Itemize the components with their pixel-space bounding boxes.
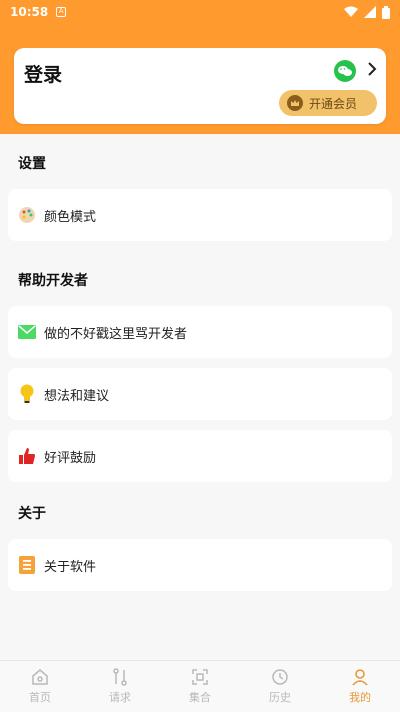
home-icon xyxy=(31,668,49,686)
list-item-label: 颜色模式 xyxy=(44,209,97,225)
list-item-label: 想法和建议 xyxy=(44,388,110,404)
section-title-about: 关于 xyxy=(18,506,46,522)
clock-icon xyxy=(271,668,289,686)
list-item-label: 关于软件 xyxy=(44,559,97,575)
palette-icon xyxy=(18,206,36,224)
nav-item-home[interactable]: 首页 xyxy=(0,661,80,712)
list-item-label: 好评鼓励 xyxy=(44,450,97,466)
list-item-ideas[interactable]: 想法和建议 xyxy=(8,368,392,420)
settings-content: 设置 颜色模式 帮助开发者 做的不好戳这里骂开发者 想法和建议 好评鼓励 关于 … xyxy=(0,134,400,660)
lightbulb-icon xyxy=(18,384,36,403)
thumbs-up-icon xyxy=(18,447,36,465)
list-item-about[interactable]: 关于软件 xyxy=(8,539,392,591)
list-item-feedback[interactable]: 做的不好戳这里骂开发者 xyxy=(8,306,392,358)
wifi-icon xyxy=(344,6,358,17)
nav-label: 首页 xyxy=(29,691,51,704)
vip-button[interactable]: 开通会员 xyxy=(279,90,377,116)
user-icon xyxy=(351,668,369,686)
status-icons xyxy=(344,5,390,19)
vip-label: 开通会员 xyxy=(309,96,358,111)
status-time: 10:58 xyxy=(10,5,49,19)
list-item-rate[interactable]: 好评鼓励 xyxy=(8,430,392,482)
bottom-navigation: 首页 请求 集合 历史 我的 xyxy=(0,660,400,712)
nav-item-mine[interactable]: 我的 xyxy=(320,661,400,712)
signal-icon xyxy=(364,6,376,18)
status-bar: 10:58 A xyxy=(0,0,400,24)
login-card[interactable]: 登录 开通会员 xyxy=(14,48,386,124)
nav-label: 我的 xyxy=(349,691,371,704)
section-title-help: 帮助开发者 xyxy=(18,273,88,289)
section-title-settings: 设置 xyxy=(18,156,46,172)
nav-label: 请求 xyxy=(109,691,131,704)
list-item-color-mode[interactable]: 颜色模式 xyxy=(8,189,392,241)
nav-label: 集合 xyxy=(189,691,211,704)
nav-item-collection[interactable]: 集合 xyxy=(160,661,240,712)
document-icon xyxy=(18,556,36,574)
login-title[interactable]: 登录 xyxy=(24,60,62,87)
nav-label: 历史 xyxy=(269,691,291,704)
chevron-right-icon[interactable] xyxy=(362,59,382,79)
collection-icon xyxy=(191,668,209,686)
app-badge-icon: A xyxy=(56,7,67,17)
battery-icon xyxy=(382,5,390,19)
list-item-label: 做的不好戳这里骂开发者 xyxy=(44,326,188,342)
wechat-icon[interactable] xyxy=(334,60,356,82)
mail-icon xyxy=(18,323,36,341)
nav-item-request[interactable]: 请求 xyxy=(80,661,160,712)
crown-icon xyxy=(287,95,303,111)
nav-item-history[interactable]: 历史 xyxy=(240,661,320,712)
request-icon xyxy=(111,668,129,686)
